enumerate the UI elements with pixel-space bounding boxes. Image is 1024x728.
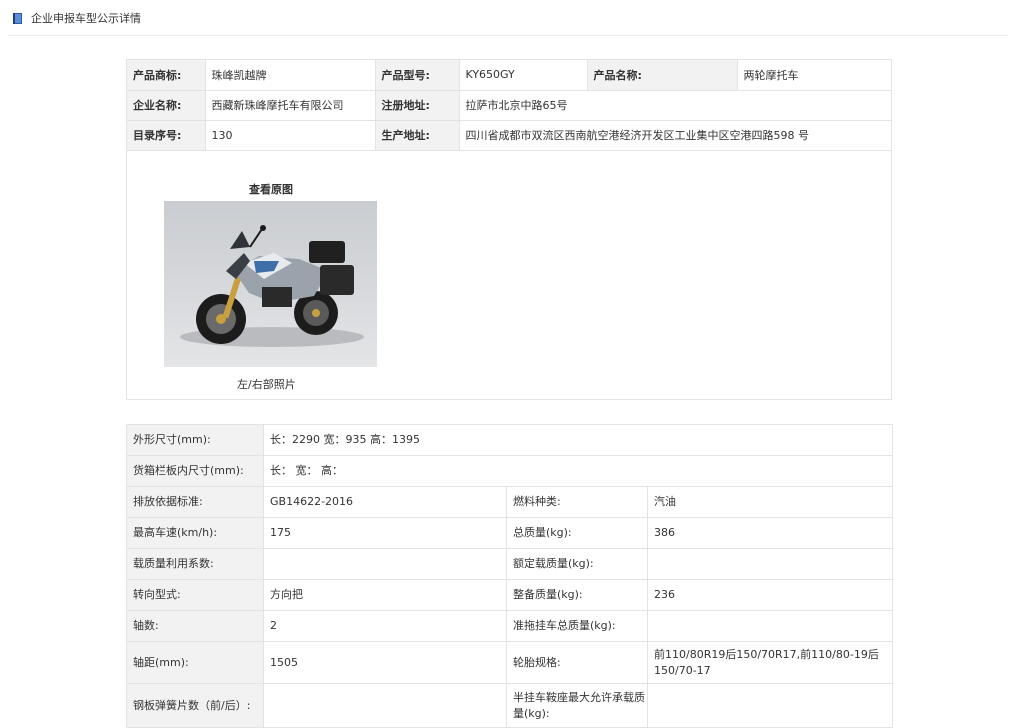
table-row: 载质量利用系数: 额定载质量(kg): — [126, 548, 893, 580]
motorcycle-photo[interactable] — [164, 201, 377, 367]
curb-mass-value: 236 — [647, 579, 893, 611]
catalog-number-value: 130 — [205, 120, 376, 151]
curb-mass-label: 整备质量(kg): — [506, 579, 648, 611]
emission-standard-value: GB14622-2016 — [263, 486, 507, 518]
register-address-label: 注册地址: — [375, 90, 460, 121]
dimensions-value: 长：2290 宽：935 高：1395 — [263, 424, 893, 456]
header-divider — [8, 35, 1008, 36]
catalog-number-label: 目录序号: — [127, 120, 206, 151]
leaf-spring-label: 钢板弹簧片数（前/后）: — [126, 683, 264, 728]
company-value: 西藏新珠峰摩托车有限公司 — [205, 90, 376, 121]
table-row: 最高车速(km/h): 175 总质量(kg): 386 — [126, 517, 893, 549]
load-coefficient-label: 载质量利用系数: — [126, 548, 264, 580]
max-speed-label: 最高车速(km/h): — [126, 517, 264, 549]
axle-count-value: 2 — [263, 610, 507, 642]
total-mass-label: 总质量(kg): — [506, 517, 648, 549]
saddle-load-label: 半挂车鞍座最大允许承载质量(kg): — [506, 683, 648, 728]
wheelbase-label: 轴距(mm): — [126, 641, 264, 684]
brand-label: 产品商标: — [127, 60, 206, 91]
table-row: 排放依据标准: GB14622-2016 燃料种类: 汽油 — [126, 486, 893, 518]
production-address-label: 生产地址: — [375, 120, 460, 151]
saddle-load-value — [647, 683, 893, 728]
wheelbase-value: 1505 — [263, 641, 507, 684]
fuel-type-label: 燃料种类: — [506, 486, 648, 518]
model-label: 产品型号: — [375, 60, 460, 91]
table-row: 钢板弹簧片数（前/后）: 半挂车鞍座最大允许承载质量(kg): — [126, 683, 893, 728]
cargo-dimensions-label: 货箱栏板内尺寸(mm): — [126, 455, 264, 487]
leaf-spring-value — [263, 683, 507, 728]
view-original-link[interactable]: 查看原图 — [247, 181, 295, 197]
fuel-type-value: 汽油 — [647, 486, 893, 518]
product-name-label: 产品名称: — [587, 60, 738, 91]
tire-spec-value: 前110/80R19后150/70R17,前110/80-19后150/70-1… — [647, 641, 893, 684]
brand-value: 珠峰凯越牌 — [205, 60, 376, 91]
trailer-mass-value — [647, 610, 893, 642]
steering-type-value: 方向把 — [263, 579, 507, 611]
book-icon — [13, 13, 22, 24]
basic-info-table: 产品商标: 珠峰凯越牌 产品型号: KY650GY 产品名称: 两轮摩托车 企业… — [127, 60, 891, 151]
load-coefficient-value — [263, 548, 507, 580]
total-mass-value: 386 — [647, 517, 893, 549]
table-row: 企业名称: 西藏新珠峰摩托车有限公司 注册地址: 拉萨市北京中路65号 — [127, 90, 891, 121]
production-address-value: 四川省成都市双流区西南航空港经济开发区工业集中区空港四路598 号 — [459, 120, 891, 151]
axle-count-label: 轴数: — [126, 610, 264, 642]
register-address-value: 拉萨市北京中路65号 — [459, 90, 891, 121]
table-row: 目录序号: 130 生产地址: 四川省成都市双流区西南航空港经济开发区工业集中区… — [127, 120, 891, 151]
cargo-dimensions-value: 长： 宽： 高： — [263, 455, 893, 487]
spec-table: 外形尺寸(mm): 长：2290 宽：935 高：1395 货箱栏板内尺寸(mm… — [126, 424, 893, 728]
table-row: 产品商标: 珠峰凯越牌 产品型号: KY650GY 产品名称: 两轮摩托车 — [127, 60, 891, 91]
trailer-mass-label: 准拖挂车总质量(kg): — [506, 610, 648, 642]
page-header: 企业申报车型公示详情 — [0, 0, 1024, 36]
max-speed-value: 175 — [263, 517, 507, 549]
steering-type-label: 转向型式: — [126, 579, 264, 611]
table-row: 轴距(mm): 1505 轮胎规格: 前110/80R19后150/70R17,… — [126, 641, 893, 684]
photo-caption: 左/右部照片 — [237, 378, 296, 391]
basic-info-panel: 产品商标: 珠峰凯越牌 产品型号: KY650GY 产品名称: 两轮摩托车 企业… — [126, 59, 892, 400]
table-row: 轴数: 2 准拖挂车总质量(kg): — [126, 610, 893, 642]
page-title: 企业申报车型公示详情 — [31, 12, 141, 25]
company-label: 企业名称: — [127, 90, 206, 121]
table-row: 货箱栏板内尺寸(mm): 长： 宽： 高： — [126, 455, 893, 487]
table-row: 外形尺寸(mm): 长：2290 宽：935 高：1395 — [126, 424, 893, 456]
tire-spec-label: 轮胎规格: — [506, 641, 648, 684]
model-value: KY650GY — [459, 60, 588, 91]
product-name-value: 两轮摩托车 — [737, 60, 891, 91]
table-row: 转向型式: 方向把 整备质量(kg): 236 — [126, 579, 893, 611]
emission-standard-label: 排放依据标准: — [126, 486, 264, 518]
rated-load-label: 额定载质量(kg): — [506, 548, 648, 580]
dimensions-label: 外形尺寸(mm): — [126, 424, 264, 456]
rated-load-value — [647, 548, 893, 580]
